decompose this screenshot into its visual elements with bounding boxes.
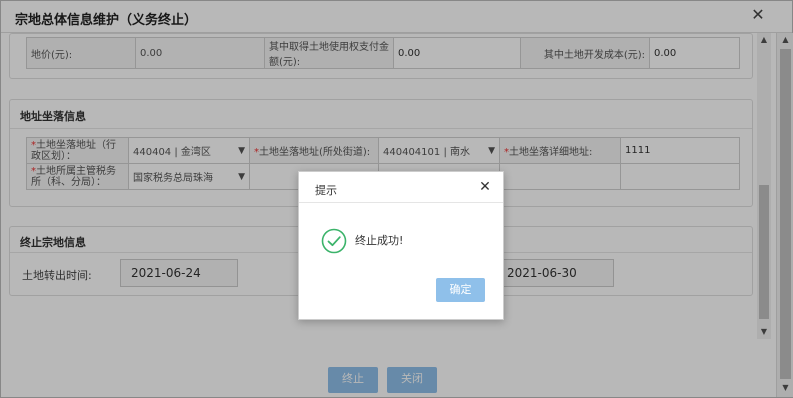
check-circle-icon (321, 228, 347, 254)
modal-close-icon[interactable]: ✕ (477, 179, 493, 195)
confirm-button[interactable]: 确定 (436, 278, 485, 302)
modal-message: 终止成功! (355, 234, 404, 247)
modal-title: 提示 (315, 184, 337, 197)
success-modal: 提示 ✕ 终止成功! 确定 (298, 171, 504, 320)
modal-title-divider (299, 202, 503, 203)
